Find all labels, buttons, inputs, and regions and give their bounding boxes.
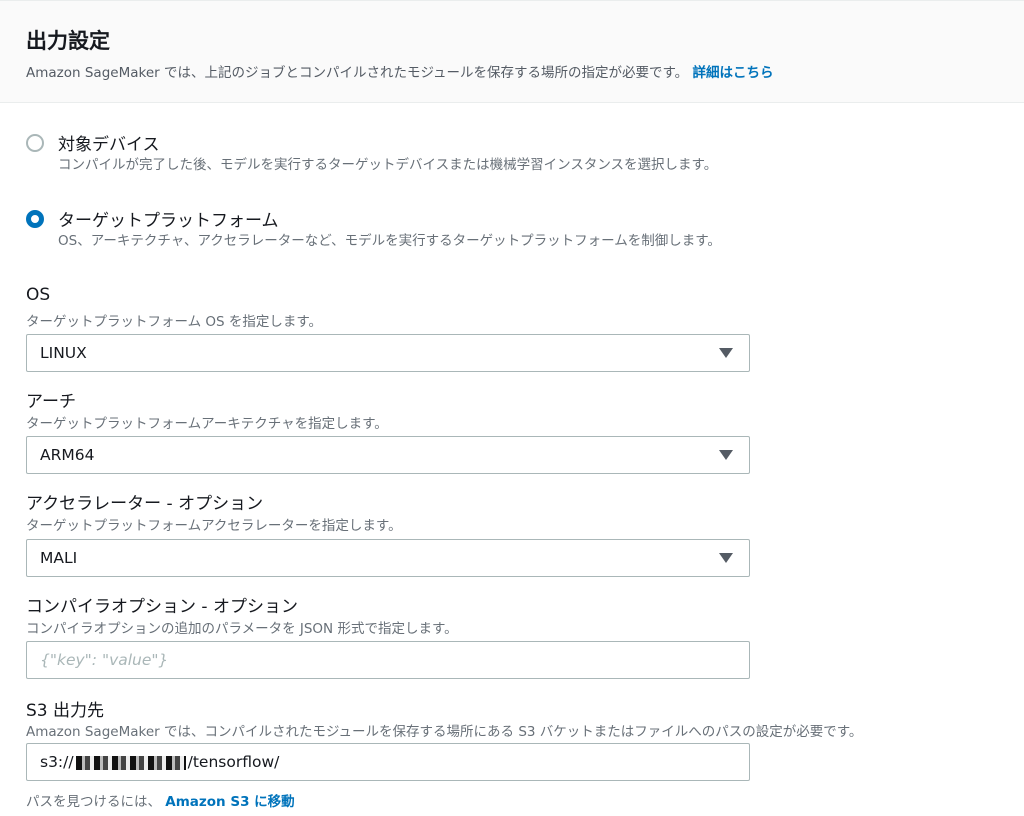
s3-help-text: パスを見つけるには、 [26,794,161,810]
radio-description-target-device: コンパイルが完了した後、モデルを実行するターゲットデバイスまたは機械学習インスタ… [58,157,718,173]
s3-path-prefix: s3:// [40,753,74,771]
radio-label-target-device: 対象デバイス [58,135,160,155]
accelerator-select[interactable]: MALI [26,539,750,577]
learn-more-link[interactable]: 詳細はこちら [692,65,773,81]
accelerator-select-value: MALI [40,549,78,567]
redacted-bucket-name [75,755,186,770]
os-description: ターゲットプラットフォーム OS を指定します。 [26,314,323,330]
accelerator-label: アクセラレーター - オプション [26,494,264,514]
output-settings-header: 出力設定 Amazon SageMaker では、上記のジョブとコンパイルされた… [0,0,1024,103]
compiler-options-label: コンパイラオプション - オプション [26,597,298,617]
radio-description-target-platform: OS、アーキテクチャ、アクセラレーターなど、モデルを実行するターゲットプラットフ… [58,233,721,249]
radio-label-target-platform: ターゲットプラットフォーム [58,211,279,231]
page-title: 出力設定 [26,29,110,53]
caret-down-icon [719,450,733,460]
s3-output-description: Amazon SageMaker では、コンパイルされたモジュールを保存する場所… [26,724,863,740]
radio-target-platform[interactable]: ターゲットプラットフォーム OS、アーキテクチャ、アクセラレーターなど、モデルを… [26,206,766,270]
header-description: Amazon SageMaker では、上記のジョブとコンパイルされたモジュール… [26,61,773,81]
arch-select[interactable]: ARM64 [26,436,750,474]
arch-description: ターゲットプラットフォームアーキテクチャを指定します。 [26,416,388,432]
compiler-options-description: コンパイラオプションの追加のパラメータを JSON 形式で指定します。 [26,621,458,637]
arch-label: アーチ [26,392,76,412]
arch-select-value: ARM64 [40,446,95,464]
os-select-value: LINUX [40,344,87,362]
radio-button-target-platform[interactable] [26,210,44,228]
compiler-options-input[interactable]: {"key": "value"} [26,641,750,679]
s3-path-suffix: /tensorflow/ [187,753,280,771]
caret-down-icon [719,553,733,563]
s3-output-input[interactable]: s3:// /tensorflow/ [26,743,750,781]
os-label: OS [26,285,51,305]
go-to-s3-link[interactable]: Amazon S3 に移動 [165,794,294,810]
caret-down-icon [719,348,733,358]
accelerator-description: ターゲットプラットフォームアクセラレーターを指定します。 [26,518,402,534]
os-select[interactable]: LINUX [26,334,750,372]
s3-help: パスを見つけるには、 Amazon S3 に移動 [26,790,295,810]
s3-output-label: S3 出力先 [26,701,105,721]
radio-button-target-device[interactable] [26,134,44,152]
header-description-text: Amazon SageMaker では、上記のジョブとコンパイルされたモジュール… [26,65,689,81]
radio-target-device[interactable]: 対象デバイス コンパイルが完了した後、モデルを実行するターゲットデバイスまたは機… [26,130,766,194]
